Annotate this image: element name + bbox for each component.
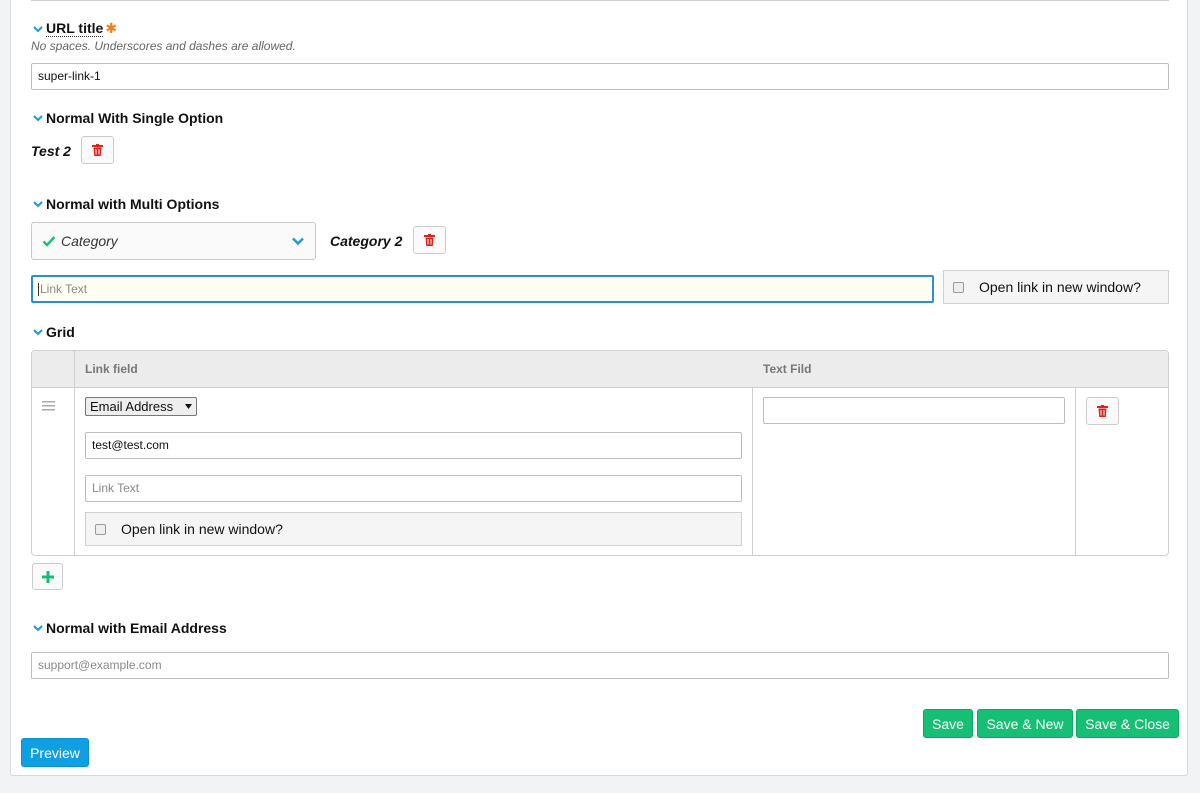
trash-icon: [1097, 405, 1108, 417]
url-title-hint: No spaces. Underscores and dashes are al…: [31, 39, 296, 53]
chevron-down-icon: [33, 329, 43, 336]
link-text-input[interactable]: Link Text: [31, 275, 934, 303]
grid-label: Grid: [46, 324, 75, 340]
trash-icon: [424, 234, 435, 246]
single-option-label: Normal With Single Option: [46, 110, 224, 126]
grid-column-header: Link field: [85, 362, 138, 376]
link-type-value: Email Address: [90, 399, 174, 414]
category-select[interactable]: Category: [31, 222, 316, 260]
single-option-heading[interactable]: Normal With Single Option: [31, 110, 223, 126]
chevron-down-icon: [292, 237, 304, 246]
divider: [31, 0, 1169, 1]
grid-open-new-window-label: Open link in new window?: [121, 521, 283, 537]
add-row-button[interactable]: [32, 563, 63, 590]
url-title-input[interactable]: super-link-1: [31, 63, 1169, 90]
grid-open-new-window-option[interactable]: Open link in new window?: [85, 512, 742, 546]
remove-row-button[interactable]: [1086, 397, 1119, 425]
grid-link-value-input[interactable]: test@test.com: [85, 432, 742, 459]
save-button[interactable]: Save: [923, 709, 973, 738]
grid-heading[interactable]: Grid: [31, 324, 75, 340]
required-icon: ✱: [105, 20, 118, 36]
open-new-window-option[interactable]: Open link in new window?: [943, 270, 1169, 304]
drag-handle-icon[interactable]: [42, 401, 55, 411]
selected-category-label: Category 2: [330, 233, 403, 249]
email-heading[interactable]: Normal with Email Address: [31, 620, 227, 636]
chevron-down-icon: [33, 115, 43, 122]
chevron-down-icon: [33, 625, 43, 632]
column-divider: [74, 351, 75, 555]
save-and-new-button[interactable]: Save & New: [977, 709, 1073, 738]
grid-link-text-input[interactable]: Link Text: [85, 475, 742, 502]
plus-icon: [41, 570, 54, 583]
multi-options-heading[interactable]: Normal with Multi Options: [31, 196, 219, 212]
grid-table: Link field Text Fild Email Address test@…: [31, 350, 1169, 556]
column-divider: [752, 387, 753, 555]
selected-entry-label: Test 2: [31, 143, 71, 159]
caret-down-icon: [185, 404, 192, 409]
chevron-down-icon: [33, 25, 43, 32]
column-divider: [1075, 387, 1076, 555]
open-new-window-label: Open link in new window?: [979, 279, 1141, 295]
multi-options-label: Normal with Multi Options: [46, 196, 220, 212]
link-text-placeholder: Link Text: [40, 282, 88, 296]
grid-open-new-window-checkbox[interactable]: [95, 523, 106, 535]
email-label: Normal with Email Address: [46, 620, 227, 636]
category-select-label: Category: [61, 233, 118, 249]
remove-entry-button[interactable]: [81, 136, 114, 164]
url-title-label: URL title: [46, 20, 104, 37]
grid-column-header: Text Fild: [763, 362, 812, 376]
grid-text-field-input[interactable]: [763, 397, 1065, 424]
preview-button[interactable]: Preview: [21, 738, 89, 767]
grid-header-row: Link field Text Fild: [32, 351, 1168, 388]
open-new-window-checkbox[interactable]: [953, 281, 964, 293]
check-icon: [42, 236, 56, 247]
remove-category-button[interactable]: [413, 226, 446, 254]
trash-icon: [92, 144, 103, 156]
text-cursor: [38, 283, 39, 297]
email-input[interactable]: support@example.com: [31, 652, 1169, 679]
link-type-select[interactable]: Email Address: [85, 397, 197, 416]
chevron-down-icon: [33, 201, 43, 208]
save-and-close-button[interactable]: Save & Close: [1076, 709, 1179, 738]
url-title-heading[interactable]: URL title ✱: [31, 20, 117, 37]
